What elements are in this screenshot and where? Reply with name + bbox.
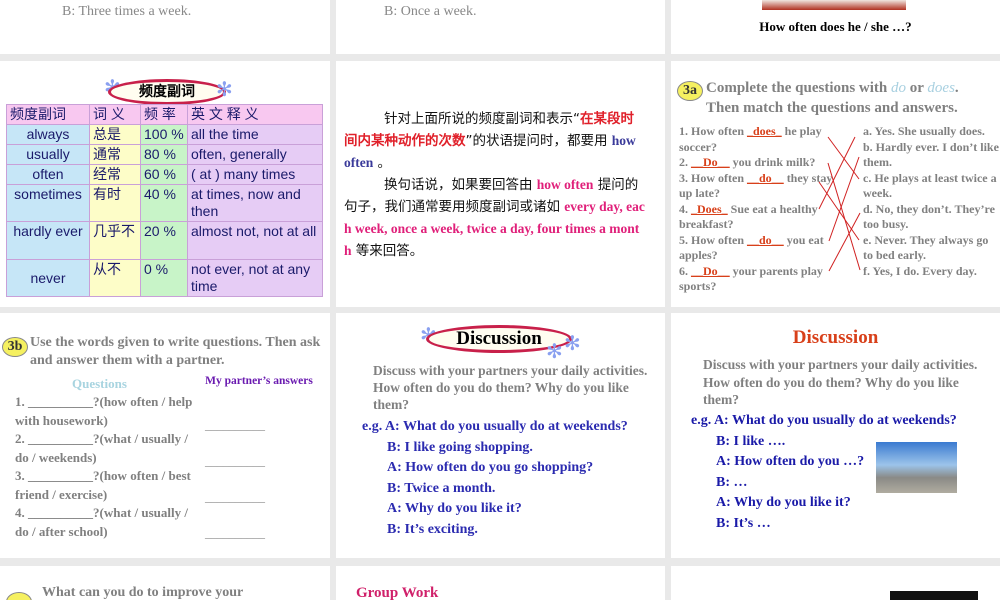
cell: 40 %	[140, 184, 188, 222]
text: 等来回答。	[351, 243, 424, 259]
cell: often	[6, 164, 90, 185]
answer-blank[interactable]: __________	[205, 407, 265, 443]
cell: ( at ) many times	[187, 164, 323, 185]
question: 3. __________?(how often / best friend /…	[15, 468, 191, 502]
cell: at times, now and then	[187, 184, 323, 222]
cell: 0 %	[140, 259, 188, 297]
question: 2. __________?(what / usually / do / wee…	[15, 431, 188, 465]
cell: often, generally	[187, 144, 323, 165]
dialogue-line: A: Why do you like it?	[387, 501, 522, 516]
cell: 80 %	[140, 144, 188, 165]
slide-thumbnail[interactable]: 针对上面所说的频度副词和表示“在某段时间内某种动作的次数”的状语提问时，都要用 …	[336, 61, 665, 307]
table-row: sometimes 有时 40 % at times, now and then	[6, 184, 323, 222]
flower-icon: ✻	[546, 341, 563, 363]
cell: 通常	[89, 144, 141, 165]
flower-icon: ✻	[564, 333, 581, 355]
cell: usually	[6, 144, 90, 165]
dialogue-line: e.g. A: What do you usually do at weeken…	[362, 419, 628, 434]
cell: 60 %	[140, 164, 188, 185]
slide-thumbnail[interactable]: ✻ Discussion ✻ ✻ Discuss with your partn…	[336, 313, 665, 558]
header-cell: 词 义	[89, 104, 141, 125]
cell: 几乎不	[89, 221, 141, 260]
dialogue-line: B: I like going shopping.	[387, 439, 533, 455]
slide-thumbnail[interactable]: B: Once a week.	[336, 0, 665, 54]
text: 针对上面所说的频度副词和表示“	[384, 111, 580, 127]
exercise-title: Use the words given to write questions. …	[30, 335, 321, 368]
cell: 100 %	[140, 124, 188, 145]
dialogue-line: A: Why do you like it?	[716, 495, 851, 510]
book-image	[762, 0, 906, 10]
header-cell: 频 率	[140, 104, 188, 125]
cell: 有时	[89, 184, 141, 222]
slide-thumbnail[interactable]	[671, 566, 1000, 600]
table-row: hardly ever 几乎不 20 % almost not, not at all	[6, 221, 323, 260]
header-cell: 频度副词	[6, 104, 90, 125]
slide-thumbnail[interactable]: B: Three times a week.	[0, 0, 330, 54]
text: ”的状语提问时，都要用	[465, 133, 612, 149]
answer-blanks: __________ __________ __________ _______…	[205, 407, 265, 551]
table-title: 频度副词	[108, 79, 226, 105]
discussion-intro: Discuss with your partners your daily ac…	[703, 357, 978, 407]
photo	[890, 591, 978, 600]
cell: 20 %	[140, 221, 188, 260]
slide-thumbnail[interactable]: 3a Complete the questions with do or doe…	[671, 61, 1000, 307]
exercise-badge: 3b	[2, 337, 28, 357]
dialogue: e.g. A: What do you usually do at weeken…	[362, 417, 628, 540]
slide-title: Group Work	[356, 585, 439, 600]
cell: 总是	[89, 124, 141, 145]
dialogue-line: B: Twice a month.	[387, 480, 496, 496]
discussion-intro: Discuss with your partners your daily ac…	[373, 363, 648, 412]
slide-thumbnail[interactable]: How often does he / she …?	[671, 0, 1000, 54]
highlight-text: how often	[536, 177, 594, 192]
table-row: often 经常 60 %( at ) many times	[6, 164, 323, 185]
slide-thumbnail[interactable]: 3b Use the words given to write question…	[0, 313, 330, 558]
table-row: never 从不 0 % not ever, not at any time	[6, 259, 323, 297]
answer-blank[interactable]: __________	[205, 479, 265, 515]
explanation-text: 针对上面所说的频度副词和表示“在某段时间内某种动作的次数”的状语提问时，都要用 …	[344, 109, 646, 262]
text: 。	[373, 155, 392, 171]
dialogue-line: A: How often do you go shopping?	[387, 460, 594, 475]
cell: hardly ever	[6, 221, 90, 260]
dialogue-line: B: It’s exciting.	[387, 521, 478, 537]
cell: all the time	[187, 124, 323, 145]
frequency-table: 频度副词词 义频 率英 文 释 义 always 总是 100 % all the t…	[6, 104, 323, 297]
column-header: Questions	[72, 376, 127, 391]
question: 4. __________?(what / usually / do / aft…	[15, 505, 188, 539]
slide-thumbnail[interactable]: ✻ 频度副词 ✻ 频度副词词 义频 率英 文 释 义 always总是100 %…	[0, 61, 330, 307]
slide-text: B: Three times a week.	[62, 4, 192, 19]
question: 1. __________?(how often / help with hou…	[15, 394, 193, 428]
cell: almost not, not at all	[187, 221, 323, 260]
cell: 从不	[89, 259, 141, 297]
table-row: usually 通常 80 % often, generally	[6, 144, 323, 165]
slide-thumbnail[interactable]: What can you do to improve your	[0, 566, 330, 600]
answer-blank[interactable]: __________	[205, 443, 265, 479]
slide-text: How often does he / she …?	[759, 19, 912, 34]
matching-lines	[818, 136, 861, 272]
text: 换句话说，如果要回答由	[384, 177, 537, 193]
question-list: 1. __________?(how often / help with hou…	[15, 393, 195, 541]
table-row: always 总是 100 % all the time	[6, 124, 323, 145]
cell: always	[6, 124, 90, 145]
column-header: My partner’s answers	[205, 375, 313, 387]
slide-title: Discussion	[792, 327, 879, 348]
dialogue-line: e.g. A: What do you usually do at weeken…	[691, 413, 957, 428]
slide-text: B: Once a week.	[384, 4, 477, 19]
dialogue-line: B: It’s …	[716, 515, 771, 531]
skateboarder-photo	[876, 442, 957, 493]
answer-blank[interactable]: __________	[205, 515, 265, 551]
flower-icon: ✻	[216, 79, 233, 101]
slide-thumbnail[interactable]: Discussion Discuss with your partners yo…	[671, 313, 1000, 558]
header-cell: 英 文 释 义	[187, 104, 323, 125]
cell: not ever, not at any time	[187, 259, 323, 297]
exercise-badge	[6, 592, 32, 600]
cell: never	[6, 259, 90, 297]
cell: sometimes	[6, 184, 90, 222]
cell: 经常	[89, 164, 141, 185]
slide-text: What can you do to improve your	[42, 585, 244, 600]
slide-thumbnail[interactable]: Group Work	[336, 566, 665, 600]
